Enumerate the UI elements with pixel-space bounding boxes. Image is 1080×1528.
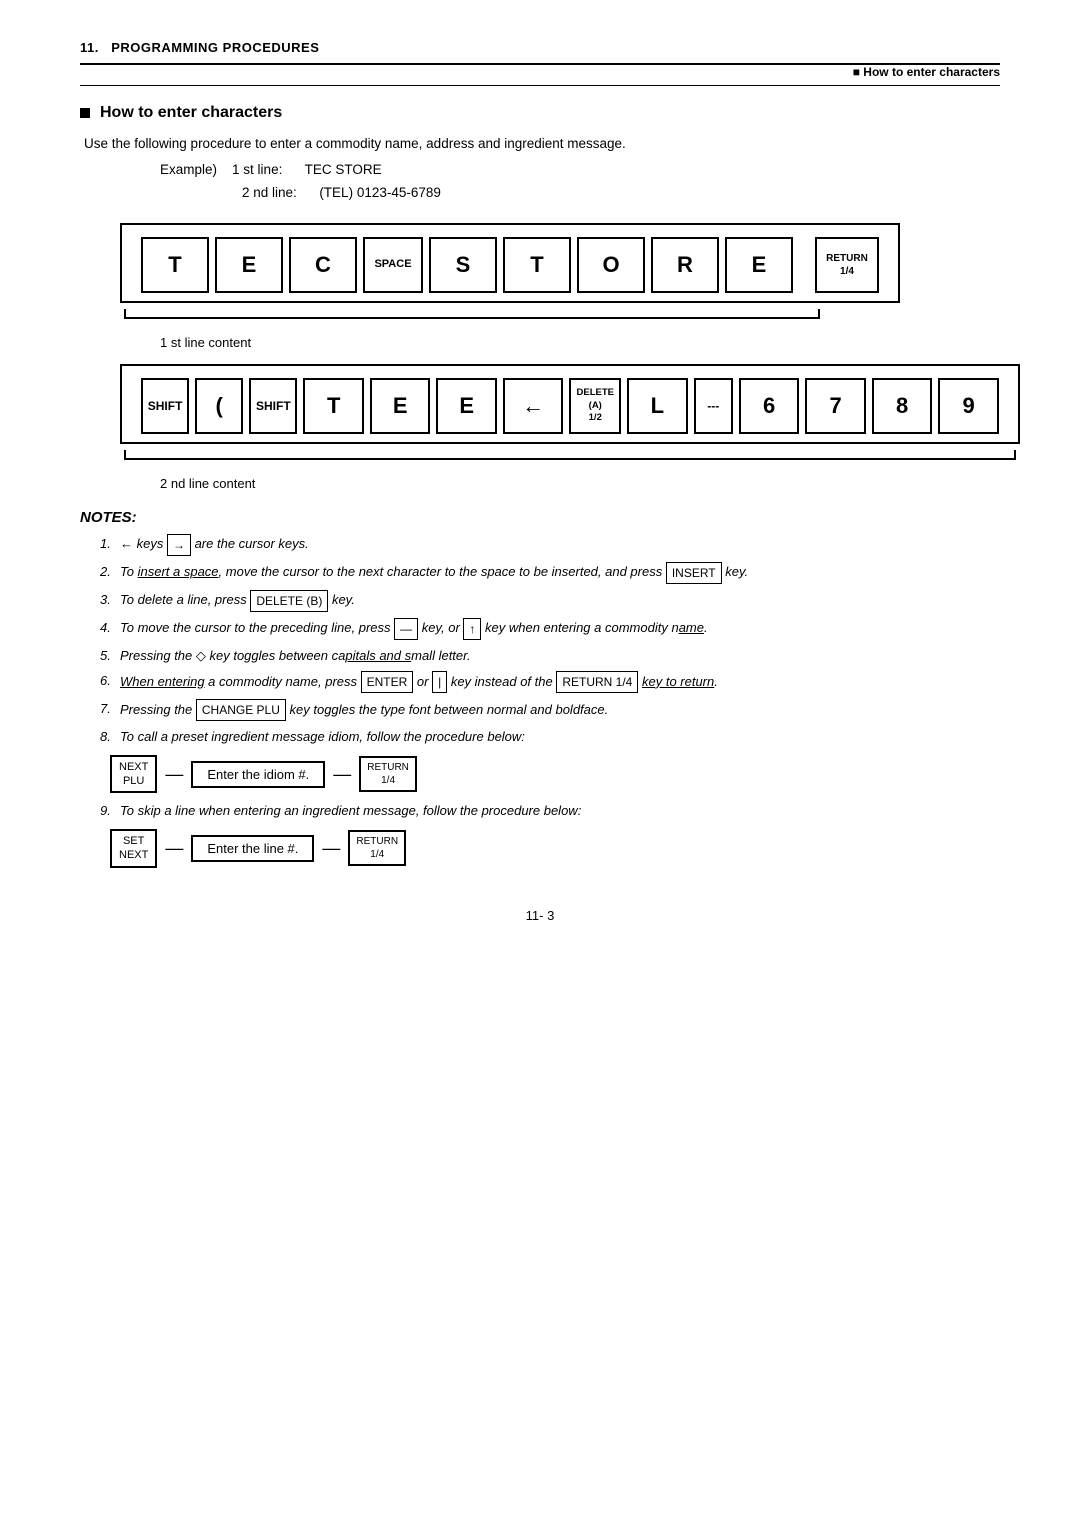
note-4: 4. To move the cursor to the preceding l…: [100, 618, 1000, 640]
note-1-text: ← keys → are the cursor keys.: [120, 536, 309, 551]
enter-key: ENTER: [361, 671, 414, 693]
example-row2: 2 nd line: (TEL) 0123-45-6789: [242, 182, 1000, 205]
proc9-arrow2: —: [322, 838, 340, 859]
key-L: L: [627, 378, 688, 434]
example-row1: Example) 1 st line: TEC STORE: [160, 159, 1000, 182]
return-14-key: RETURN 1/4: [556, 671, 638, 693]
note-6-text: When entering a commodity name, press EN…: [120, 674, 718, 689]
notes-list-9: 9. To skip a line when entering an ingre…: [80, 801, 1000, 821]
example-line2-label: 2 nd line:: [242, 185, 297, 200]
note-9-text: To skip a line when entering an ingredie…: [120, 803, 581, 818]
pipe-key: |: [432, 671, 447, 693]
note-2: 2. To insert a space, move the cursor to…: [100, 562, 1000, 584]
proc8-return: RETURN 1/4: [359, 756, 417, 792]
example-block: Example) 1 st line: TEC STORE 2 nd line:…: [160, 159, 1000, 205]
proc9-diagram: SET NEXT — Enter the line #. — RETURN 1/…: [110, 829, 1000, 868]
proc9-key1: SET NEXT: [110, 829, 157, 868]
key-T2: T: [503, 237, 571, 293]
note-7: 7. Pressing the CHANGE PLU key toggles t…: [100, 699, 1000, 721]
key-7: 7: [805, 378, 866, 434]
section-title: How to enter characters: [80, 104, 1000, 122]
intro-text: Use the following procedure to enter a c…: [84, 136, 1000, 151]
note-5-text: Pressing the ◇ key toggles between capit…: [120, 648, 471, 663]
insert-key: INSERT: [666, 562, 722, 584]
delete-b-key: DELETE (B): [250, 590, 328, 612]
note-1: 1. ← keys → are the cursor keys.: [100, 534, 1000, 556]
note-4-text: To move the cursor to the preceding line…: [120, 620, 708, 635]
note-5: 5. Pressing the ◇ key toggles between ca…: [100, 646, 1000, 666]
key-9: 9: [938, 378, 999, 434]
key-SHIFT2: SHIFT: [249, 378, 297, 434]
note-7-text: Pressing the CHANGE PLU key toggles the …: [120, 702, 608, 717]
section-main-title: How to enter characters: [100, 104, 282, 122]
key-6: 6: [739, 378, 800, 434]
section-title-text: PROGRAMMING PROCEDURES: [111, 40, 319, 55]
bullet-icon: [80, 108, 90, 118]
proc8-arrow2: —: [333, 764, 351, 785]
key-E1: E: [215, 237, 283, 293]
example-label: Example): [160, 162, 217, 177]
key-E3: E: [370, 378, 431, 434]
key-open-paren: (: [195, 378, 243, 434]
proc8-step: Enter the idiom #.: [191, 761, 325, 788]
page-number: 11- 3: [80, 908, 1000, 923]
key-R: R: [651, 237, 719, 293]
first-line-label: 1 st line content: [160, 335, 1000, 350]
notes-title: NOTES:: [80, 509, 1000, 526]
proc8-diagram: NEXT PLU — Enter the idiom #. — RETURN 1…: [110, 755, 1000, 794]
key-T: T: [141, 237, 209, 293]
sub-heading-text: ■ How to enter characters: [853, 65, 1000, 79]
proc8-arrow1: —: [165, 764, 183, 785]
key-E2: E: [725, 237, 793, 293]
proc8-key1: NEXT PLU: [110, 755, 157, 794]
key-left-arrow: ←: [503, 378, 564, 434]
change-plu-key: CHANGE PLU: [196, 699, 286, 721]
diamond-symbol: ◇: [196, 648, 206, 663]
first-line-bracket: [120, 309, 900, 331]
proc9-return: RETURN 1/4: [348, 830, 406, 866]
key-C: C: [289, 237, 357, 293]
note-3: 3. To delete a line, press DELETE (B) ke…: [100, 590, 1000, 612]
notes-list: 1. ← keys → are the cursor keys. 2. To i…: [80, 534, 1000, 747]
second-line-bracket: [120, 450, 1020, 472]
right-arrow-key: →: [167, 534, 191, 556]
example-line2-value: (TEL) 0123-45-6789: [319, 185, 441, 200]
note-3-text: To delete a line, press DELETE (B) key.: [120, 592, 355, 607]
key-SPACE: SPACE: [363, 237, 423, 293]
example-line1-label: 1 st line:: [232, 162, 282, 177]
section-number: 11.: [80, 40, 99, 55]
key-S: S: [429, 237, 497, 293]
key-T3: T: [303, 378, 364, 434]
first-line-diagram: T E C SPACE S T O R E RETURN1/4: [120, 223, 900, 303]
key-RETURN14: RETURN1/4: [815, 237, 879, 293]
example-line1-value: TEC STORE: [305, 162, 382, 177]
proc9-arrow1: —: [165, 838, 183, 859]
second-line-label: 2 nd line content: [160, 476, 1000, 491]
key-DELETE-A: DELETE(A)1/2: [569, 378, 621, 434]
proc9-step: Enter the line #.: [191, 835, 314, 862]
key-8: 8: [872, 378, 933, 434]
page: 11. PROGRAMMING PROCEDURES ■ How to ente…: [0, 0, 1080, 1528]
note-8-text: To call a preset ingredient message idio…: [120, 729, 525, 744]
key-SHIFT1: SHIFT: [141, 378, 189, 434]
note-2-text: To insert a space, move the cursor to th…: [120, 564, 748, 579]
second-line-diagram: SHIFT ( SHIFT T E E ← DELETE(A)1/2 L ---…: [120, 364, 1020, 444]
note-6: 6. When entering a commodity name, press…: [100, 671, 1000, 693]
minus-key: —: [394, 618, 418, 640]
note-8: 8. To call a preset ingredient message i…: [100, 727, 1000, 747]
note-9: 9. To skip a line when entering an ingre…: [100, 801, 1000, 821]
key-dash: ---: [694, 378, 733, 434]
up-arrow-key: ↑: [463, 618, 481, 640]
section-header: 11. PROGRAMMING PROCEDURES ■ How to ente…: [80, 40, 1000, 86]
key-E4: E: [436, 378, 497, 434]
key-O: O: [577, 237, 645, 293]
